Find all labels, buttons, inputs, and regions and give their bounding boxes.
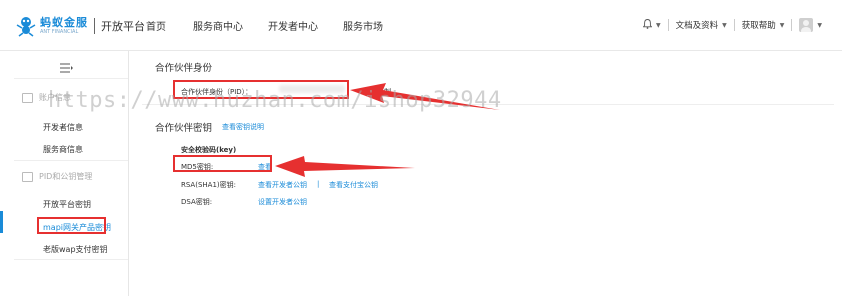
watermark: https://www.huzhan.com/ishop32944 xyxy=(48,88,502,113)
annotation-arrow-md5 xyxy=(275,156,415,177)
annotation-arrows xyxy=(275,83,500,177)
